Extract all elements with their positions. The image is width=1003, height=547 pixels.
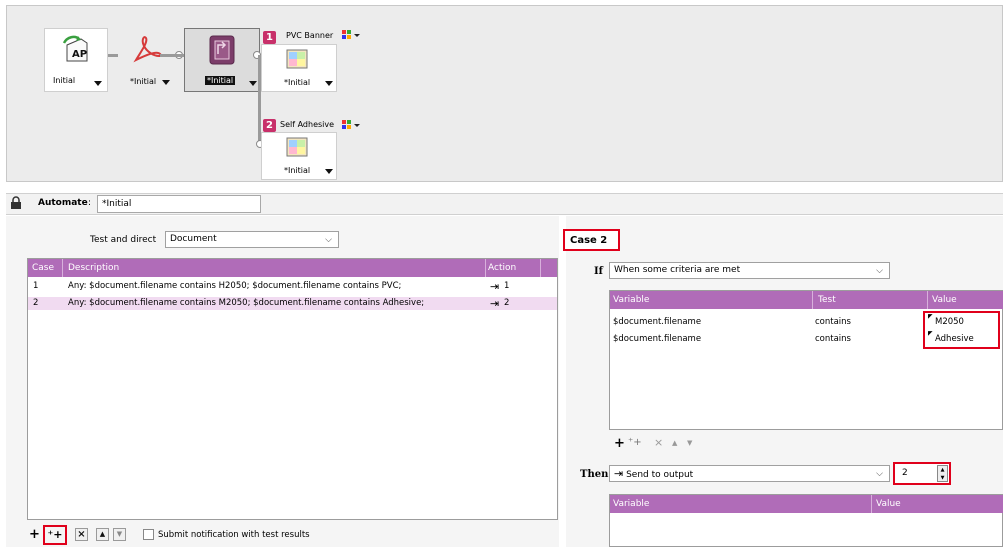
chevron-down-icon[interactable]	[162, 80, 170, 85]
delete-button[interactable]: ×	[654, 436, 663, 449]
move-down-button[interactable]: ▼	[687, 439, 692, 447]
corner-marker-icon: ◤	[928, 313, 933, 320]
node-label: *Initial	[130, 77, 157, 86]
chevron-down-icon[interactable]	[249, 81, 257, 86]
criteria-test: contains	[815, 317, 851, 327]
header-divider	[812, 291, 813, 309]
color-bars-icon[interactable]	[341, 119, 361, 134]
criteria-variable: $document.filename	[613, 334, 702, 344]
criteria-mode-select[interactable]: When some criteria are met ⌵	[609, 262, 890, 279]
branch-name[interactable]: PVC Banner	[286, 31, 333, 40]
col-header-variable[interactable]: Variable	[613, 499, 649, 509]
chevron-down-icon[interactable]	[325, 169, 333, 174]
row-case: 1	[33, 281, 39, 291]
spinner-arrows-icon[interactable]: ▲ ▼	[937, 465, 948, 482]
move-up-button[interactable]: ▲	[672, 439, 677, 447]
branch-number-badge: 2	[263, 119, 276, 132]
output-number-spinner[interactable]: 2 ▲ ▼	[893, 462, 951, 485]
table-row[interactable]: 1 Any: $document.filename contains H2050…	[28, 280, 557, 293]
output-vars-header	[610, 495, 1003, 513]
pdf-icon	[133, 36, 162, 63]
col-header-test[interactable]: Test	[818, 295, 836, 305]
notify-checkbox[interactable]	[143, 529, 154, 540]
table-row[interactable]: 2 Any: $document.filename contains M2050…	[28, 297, 557, 310]
send-output-icon: ⇥	[490, 280, 500, 293]
row-action: 1	[504, 281, 510, 291]
output-number-value: 2	[902, 468, 908, 478]
test-direct-value: Document	[170, 234, 217, 244]
col-header-description[interactable]: Description	[68, 263, 119, 273]
chevron-down-icon: ⌵	[325, 235, 332, 245]
test-direct-select[interactable]: Document ⌵	[165, 231, 339, 248]
delete-button[interactable]: ×	[75, 528, 88, 541]
col-header-value[interactable]: Value	[932, 295, 957, 305]
node-label: *Initial	[205, 76, 236, 85]
send-output-icon: ⇥	[490, 297, 500, 310]
add-button[interactable]: +	[614, 437, 625, 450]
automate-name-field[interactable]: *Initial	[97, 195, 261, 213]
test-direct-label: Test and direct	[90, 235, 157, 245]
output-icon	[286, 49, 308, 69]
header-divider	[62, 259, 63, 277]
col-header-action[interactable]: Action	[488, 263, 516, 273]
row-description: Any: $document.filename contains M2050; …	[68, 298, 425, 308]
node-label: Initial	[53, 76, 76, 85]
node-label: *Initial	[284, 78, 311, 87]
automate-ap-icon: AP	[62, 35, 88, 62]
chevron-down-icon[interactable]	[325, 81, 333, 86]
workflow-node-output-1[interactable]: *Initial	[261, 44, 337, 92]
notify-label: Submit notification with test results	[158, 530, 310, 540]
move-up-button[interactable]: ▲	[96, 528, 109, 541]
workflow-node-switch[interactable]: *Initial	[184, 28, 260, 92]
criteria-test: contains	[815, 334, 851, 344]
workflow-node-automate[interactable]: AP Initial	[44, 28, 108, 92]
svg-text:AP: AP	[72, 49, 87, 60]
criteria-variable: $document.filename	[613, 317, 702, 327]
output-icon	[286, 137, 308, 157]
criteria-mode-value: When some criteria are met	[614, 265, 741, 275]
lock-icon[interactable]	[10, 196, 22, 213]
send-output-icon: ⇥	[614, 467, 624, 480]
row-description: Any: $document.filename contains H2050; …	[68, 281, 402, 291]
then-action-value: Send to output	[626, 470, 694, 480]
col-header-case[interactable]: Case	[32, 263, 54, 273]
workflow-node-output-2[interactable]: *Initial	[261, 132, 337, 180]
corner-marker-icon: ◤	[928, 330, 933, 337]
row-action: 2	[504, 298, 510, 308]
col-header-variable[interactable]: Variable	[613, 295, 649, 305]
chevron-down-icon: ⌵	[876, 469, 883, 479]
add-button[interactable]: +	[29, 528, 40, 541]
header-divider	[485, 259, 486, 277]
flow-switch-icon	[209, 35, 235, 65]
chevron-down-icon[interactable]	[94, 81, 102, 86]
criteria-value-highlight	[923, 311, 1000, 349]
add-nested-button[interactable]: ⁺+	[43, 525, 67, 545]
add-nested-button[interactable]: ⁺+	[628, 437, 642, 448]
header-divider	[927, 291, 928, 309]
row-case: 2	[33, 298, 39, 308]
case-title-text: Case 2	[570, 235, 608, 246]
branch-name[interactable]: Self Adhesive	[280, 120, 334, 129]
automate-label: Automate	[38, 198, 88, 208]
automate-separator: :	[88, 198, 92, 208]
if-label: If	[594, 266, 603, 277]
branch-number-badge: 1	[263, 31, 276, 44]
case-title: Case 2	[563, 229, 620, 251]
workflow-node-pdf[interactable]: *Initial	[110, 28, 182, 92]
then-label: Then	[580, 469, 609, 480]
col-header-value[interactable]: Value	[876, 499, 901, 509]
chevron-down-icon: ⌵	[876, 266, 883, 276]
header-divider	[871, 495, 872, 513]
header-divider	[540, 259, 541, 277]
node-label: *Initial	[284, 166, 311, 175]
connector-line	[160, 54, 184, 57]
move-down-button[interactable]: ▼	[113, 528, 126, 541]
color-bars-icon[interactable]	[341, 29, 361, 44]
then-action-select[interactable]: ⇥ Send to output ⌵	[609, 465, 890, 482]
